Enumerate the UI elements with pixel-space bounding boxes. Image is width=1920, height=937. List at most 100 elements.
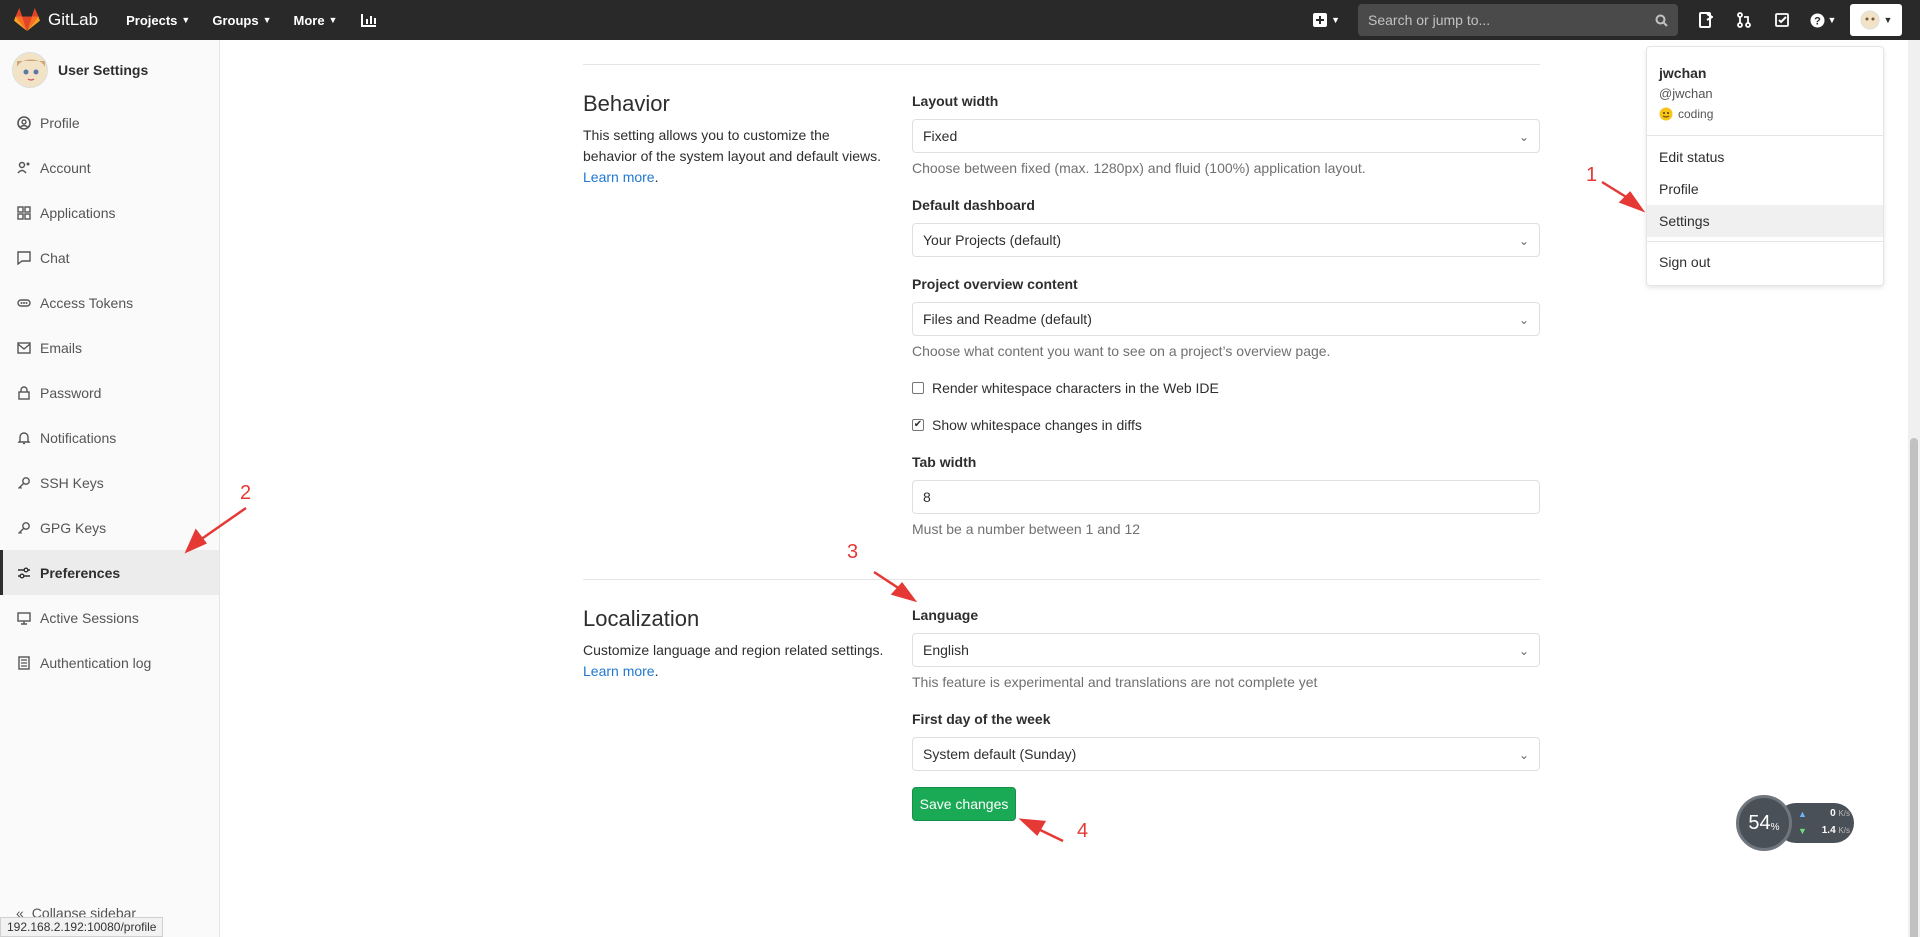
bell-icon xyxy=(16,430,32,446)
language-help: This feature is experimental and transla… xyxy=(912,674,1318,690)
section-divider xyxy=(583,579,1540,580)
new-item-dropdown[interactable]: ▼ xyxy=(1313,13,1340,27)
sidebar-item-label: Password xyxy=(40,384,102,401)
sidebar-item-account[interactable]: Account xyxy=(0,145,219,190)
nav-projects[interactable]: Projects ▼ xyxy=(126,13,190,28)
sidebar-item-applications[interactable]: Applications xyxy=(0,190,219,235)
sidebar-item-gpg-keys[interactable]: GPG Keys xyxy=(0,505,219,550)
annotation-number-3: 3 xyxy=(847,541,859,563)
merge-request-icon[interactable] xyxy=(1730,6,1758,34)
first-day-label: First day of the week xyxy=(912,711,1051,727)
localization-learn-more-link[interactable]: Learn more xyxy=(583,663,655,679)
checkbox-unchecked[interactable] xyxy=(912,382,924,394)
memory-percent: 54 xyxy=(1748,811,1771,834)
todo-check-icon[interactable] xyxy=(1768,6,1796,34)
monitor-icon xyxy=(16,610,32,626)
sidebar-item-label: Notifications xyxy=(40,429,117,446)
sidebar-item-preferences[interactable]: Preferences xyxy=(0,550,219,595)
search-input[interactable]: Search or jump to... xyxy=(1368,12,1655,28)
user-status-text: coding xyxy=(1678,107,1714,121)
nav-groups[interactable]: Groups ▼ xyxy=(212,13,271,28)
save-changes-button[interactable]: Save changes xyxy=(912,787,1016,821)
download-row: ▼ 1.4 K/s xyxy=(1798,825,1850,836)
browser-status-url: 192.168.2.192:10080/profile xyxy=(0,917,164,937)
arrow-down-icon: ▼ xyxy=(1798,825,1807,836)
sidebar-item-label: Profile xyxy=(40,114,80,131)
chevron-down-icon: ⌄ xyxy=(1518,748,1529,762)
search-icon xyxy=(1655,14,1668,27)
sidebar-item-label: Applications xyxy=(40,204,116,221)
chevron-down-icon: ⌄ xyxy=(1518,644,1529,658)
scrollbar-thumb[interactable] xyxy=(1910,438,1918,937)
user-status: coding xyxy=(1659,107,1713,121)
gitlab-logo-icon xyxy=(14,8,40,31)
key-icon xyxy=(16,520,32,536)
tab-width-value: 8 xyxy=(923,489,931,505)
help-icon[interactable]: ? ▼ xyxy=(1806,6,1840,34)
first-day-value: System default (Sunday) xyxy=(923,746,1077,762)
show-whitespace-checkbox[interactable]: ✔ Show whitespace changes in diffs xyxy=(912,417,1142,433)
annotation-arrow-3 xyxy=(873,570,918,603)
user-handle: @jwchan xyxy=(1659,86,1713,101)
sidebar-item-label: Chat xyxy=(40,249,70,266)
sidebar-item-label: Active Sessions xyxy=(40,609,139,626)
project-overview-value: Files and Readme (default) xyxy=(923,311,1092,327)
sidebar-item-label: SSH Keys xyxy=(40,474,104,491)
menu-item-settings[interactable]: Settings xyxy=(1647,205,1883,237)
annotation-number-1: 1 xyxy=(1586,164,1598,186)
sidebar-item-access-tokens[interactable]: Access Tokens xyxy=(0,280,219,325)
emoji-icon xyxy=(1659,107,1673,121)
chevron-down-icon: ▼ xyxy=(1331,15,1340,25)
layout-width-select[interactable]: Fixed ⌄ xyxy=(912,119,1540,153)
sidebar-item-notifications[interactable]: Notifications xyxy=(0,415,219,460)
upload-speed: 0 K/s xyxy=(1830,808,1850,819)
project-overview-select[interactable]: Files and Readme (default) ⌄ xyxy=(912,302,1540,336)
chevron-down-icon: ▼ xyxy=(1827,15,1837,25)
sidebar-item-profile[interactable]: Profile xyxy=(0,100,219,145)
sidebar-item-chat[interactable]: Chat xyxy=(0,235,219,280)
sidebar-item-authentication-log[interactable]: Authentication log xyxy=(0,640,219,685)
localization-description: Customize language and region related se… xyxy=(583,640,903,682)
avatar xyxy=(1860,10,1880,30)
menu-item-edit-status[interactable]: Edit status xyxy=(1647,141,1883,173)
render-whitespace-checkbox[interactable]: Render whitespace characters in the Web … xyxy=(912,380,1219,396)
behavior-learn-more-link[interactable]: Learn more xyxy=(583,169,655,185)
sidebar-header[interactable]: User Settings xyxy=(0,40,219,100)
sidebar-item-label: Account xyxy=(40,159,91,176)
layout-width-label: Layout width xyxy=(912,93,999,109)
search-box[interactable]: Search or jump to... xyxy=(1358,4,1678,36)
default-dashboard-select[interactable]: Your Projects (default) ⌄ xyxy=(912,223,1540,257)
annotation-number-4: 4 xyxy=(1077,820,1089,842)
tab-width-input[interactable]: 8 xyxy=(912,480,1540,514)
key-icon xyxy=(16,475,32,491)
first-day-select[interactable]: System default (Sunday) ⌄ xyxy=(912,737,1540,771)
behavior-description-text: This setting allows you to customize the… xyxy=(583,127,882,164)
gitlab-logo-link[interactable]: GitLab xyxy=(14,8,98,32)
language-value: English xyxy=(923,642,969,658)
annotation-arrow-4 xyxy=(1018,818,1064,843)
memory-usage-gauge: 54% xyxy=(1736,795,1792,851)
sidebar-item-password[interactable]: Password xyxy=(0,370,219,415)
section-divider xyxy=(583,64,1540,65)
menu-item-sign-out[interactable]: Sign out xyxy=(1647,246,1883,278)
network-speed-widget[interactable]: ▲ 0 K/s ▼ 1.4 K/s 54% xyxy=(1736,795,1854,851)
menu-item-profile[interactable]: Profile xyxy=(1647,173,1883,205)
nav-more[interactable]: More ▼ xyxy=(293,13,337,28)
sidebar-item-active-sessions[interactable]: Active Sessions xyxy=(0,595,219,640)
layout-width-help: Choose between fixed (max. 1280px) and f… xyxy=(912,160,1366,176)
sidebar-item-label: Emails xyxy=(40,339,83,356)
layout-width-value: Fixed xyxy=(923,128,958,144)
checkbox-checked[interactable]: ✔ xyxy=(912,419,924,431)
chevron-down-icon: ⌄ xyxy=(1518,313,1529,327)
activity-chart-icon[interactable] xyxy=(361,13,377,27)
user-avatar-dropdown[interactable]: ▼ xyxy=(1850,4,1902,36)
avatar xyxy=(12,52,48,88)
nav-more-label: More xyxy=(293,12,325,28)
todo-list-icon[interactable] xyxy=(1692,6,1720,34)
user-circle-icon xyxy=(16,115,32,131)
sidebar-item-ssh-keys[interactable]: SSH Keys xyxy=(0,460,219,505)
page-scrollbar[interactable] xyxy=(1908,40,1920,937)
sidebar-item-emails[interactable]: Emails xyxy=(0,325,219,370)
top-navbar: GitLab Projects ▼ Groups ▼ More ▼ ▼ Search … xyxy=(0,0,1920,40)
language-select[interactable]: English ⌄ xyxy=(912,633,1540,667)
